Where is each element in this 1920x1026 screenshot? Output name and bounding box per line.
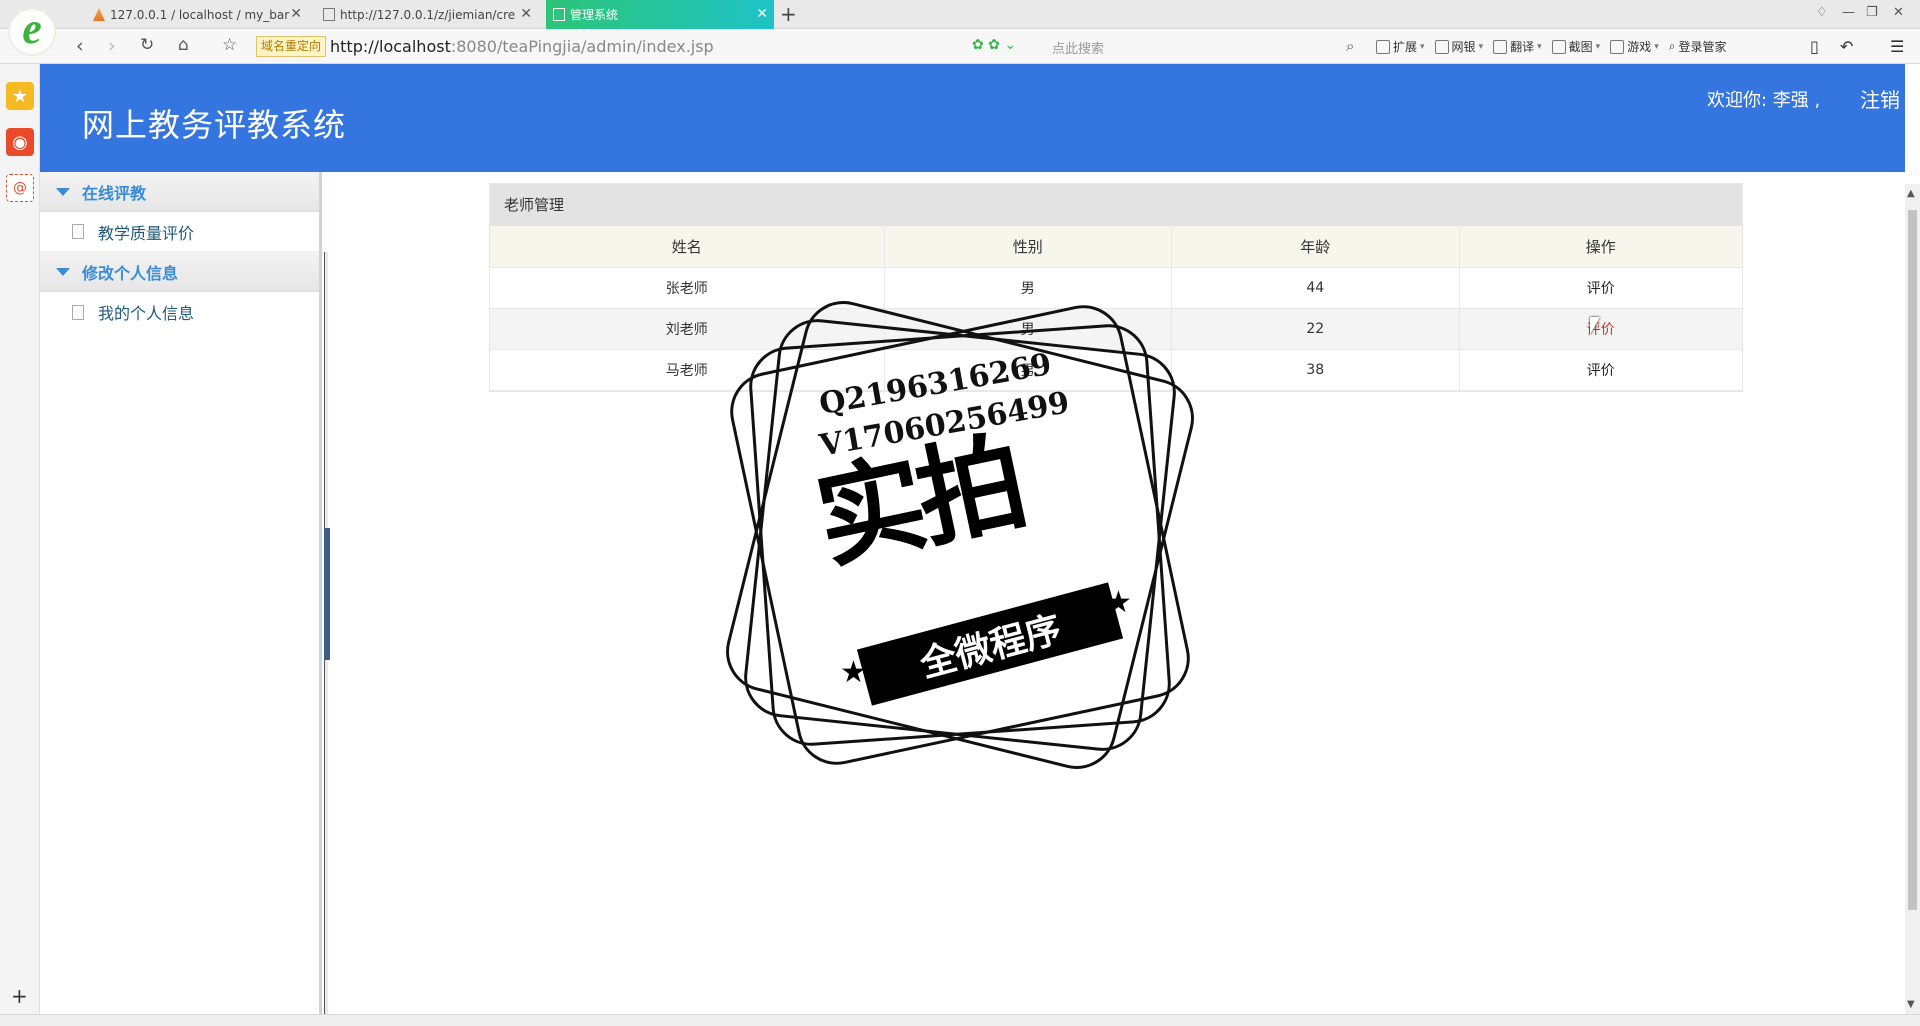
shirt-icon[interactable]: ♢	[1816, 5, 1828, 20]
column-header: 姓名	[490, 226, 885, 268]
close-icon[interactable]: ✕	[756, 6, 768, 22]
action-cell: 评价	[1459, 349, 1742, 391]
search-icon[interactable]: ⌕	[1346, 37, 1354, 55]
close-window-icon[interactable]: ✕	[1893, 5, 1904, 20]
welcome-text: 欢迎你: 李强 ,	[1707, 90, 1821, 111]
weibo-icon[interactable]: ◉	[6, 128, 34, 156]
toolbar-screenshot[interactable]: 截图 ▾	[1551, 38, 1600, 55]
toolbar-translate[interactable]: 翻译 ▾	[1493, 38, 1542, 55]
menu-group-online-evaluation[interactable]: 在线评教	[40, 172, 319, 212]
status-bar	[0, 1014, 1920, 1026]
home-icon[interactable]: ⌂	[178, 35, 189, 55]
mouse-cursor-icon	[1590, 317, 1600, 335]
browser-logo[interactable]: e	[8, 7, 56, 56]
menu-item-label: 我的个人信息	[98, 304, 195, 323]
column-header: 操作	[1459, 226, 1742, 268]
banking-icon	[1434, 39, 1449, 54]
toolbar-extensions[interactable]: 扩展 ▾	[1376, 38, 1425, 55]
toolbar: 扩展 ▾ 网银 ▾ 翻译 ▾ 截图 ▾ 游戏 ▾ ⌕ 登录管家	[1376, 38, 1726, 55]
restore-icon[interactable]: ❐	[1866, 5, 1878, 20]
tab-title: 127.0.0.1 / localhost / my_bar	[110, 7, 290, 22]
star-icon[interactable]: ☆	[222, 35, 237, 55]
address-bar: ‹ › ↻ ⌂ ☆ 域名重定向 http://localhost:8080/te…	[0, 29, 1920, 64]
tab-title: 管理系统	[570, 8, 619, 22]
forward-icon[interactable]: ›	[108, 35, 116, 57]
search-input[interactable]: 点此搜索	[1052, 38, 1104, 57]
menu-item-label: 教学质量评价	[98, 223, 195, 243]
phpmyadmin-icon	[93, 8, 105, 21]
scroll-up-icon[interactable]: ▲	[1907, 188, 1915, 199]
extensions-icon	[1376, 39, 1390, 54]
panel-title: 老师管理	[490, 184, 1742, 226]
toolbar-account[interactable]: ⌕ 登录管家	[1669, 38, 1727, 55]
favorites-icon[interactable]: ★	[6, 82, 34, 110]
evaluate-link[interactable]: 评价	[1587, 281, 1615, 297]
menu-item-teaching-quality[interactable]: 教学质量评价	[40, 212, 319, 252]
teacher-age: 38	[1171, 349, 1460, 391]
watermark-stamp: Q2196316269 V17060256499 实拍 全微程序 ★ ★	[717, 292, 1203, 778]
games-icon	[1610, 39, 1625, 54]
redirect-badge[interactable]: 域名重定向	[256, 36, 327, 57]
close-icon[interactable]: ✕	[290, 6, 302, 22]
logout-link[interactable]: 注销	[1860, 84, 1900, 113]
search-person-icon: ⌕	[1668, 39, 1676, 53]
vertical-scrollbar[interactable]: ▲ ▼	[1905, 184, 1920, 1014]
close-icon[interactable]: ✕	[520, 6, 532, 22]
app-title: 网上教务评教系统	[82, 106, 347, 144]
splitter-handle[interactable]	[324, 528, 330, 660]
menu-group-label: 在线评教	[82, 183, 147, 203]
tab-strip: 127.0.0.1 / localhost / my_bar ✕ http://…	[0, 0, 1920, 29]
scroll-down-icon[interactable]: ▼	[1907, 999, 1915, 1010]
evaluate-link[interactable]: 评价	[1587, 363, 1615, 379]
menu-group-label: 修改个人信息	[82, 263, 179, 283]
translate-icon	[1493, 39, 1508, 54]
table-header-row: 姓名 性别 年龄 操作	[490, 226, 1742, 268]
action-cell: 评价	[1459, 308, 1742, 350]
teacher-age: 44	[1171, 267, 1460, 309]
tab-phpmyadmin[interactable]: 127.0.0.1 / localhost / my_bar ✕	[86, 0, 308, 29]
tab-title: http://127.0.0.1/z/jiemian/cre	[340, 7, 516, 22]
url-field[interactable]: http://localhost:8080/teaPingjia/admin/i…	[330, 37, 714, 56]
menu-icon[interactable]: ☰	[1890, 37, 1904, 56]
column-header: 年龄	[1171, 226, 1460, 268]
scroll-thumb[interactable]	[1908, 210, 1917, 910]
page-icon	[553, 8, 565, 21]
security-icon[interactable]: ✿ ✿ ⌄	[972, 37, 1016, 53]
url-path: :8080/teaPingjia/admin/index.jsp	[450, 37, 714, 56]
toolbar-banking[interactable]: 网银 ▾	[1434, 38, 1483, 55]
back-icon[interactable]: ‹	[76, 35, 84, 57]
add-icon[interactable]: +	[11, 984, 28, 1008]
column-header: 性别	[884, 226, 1173, 268]
triangle-down-icon	[56, 267, 70, 276]
undo-icon[interactable]: ↶	[1840, 37, 1853, 56]
mail-icon[interactable]: @	[6, 174, 34, 202]
bookmark-icon[interactable]: ▯	[1810, 37, 1819, 56]
browser-side-panel: ★ ◉ @ +	[0, 64, 40, 1014]
side-menu: 在线评教 教学质量评价 修改个人信息 我的个人信息	[40, 172, 322, 1014]
document-icon	[72, 304, 84, 320]
screenshot-icon	[1551, 39, 1566, 54]
action-cell: 评价	[1459, 267, 1742, 309]
page-icon	[323, 8, 335, 21]
tab-jiemian[interactable]: http://127.0.0.1/z/jiemian/cre ✕	[316, 0, 538, 29]
document-icon	[72, 224, 84, 239]
url-host: http://localhost	[330, 37, 451, 56]
star-icon: ★	[1105, 585, 1132, 620]
teacher-age: 22	[1171, 308, 1460, 350]
toolbar-games[interactable]: 游戏 ▾	[1610, 38, 1659, 55]
new-tab-button[interactable]: +	[780, 2, 797, 26]
app-header: 网上教务评教系统 欢迎你: 李强 , 注销	[40, 64, 1905, 172]
triangle-down-icon	[56, 187, 70, 196]
menu-group-edit-profile[interactable]: 修改个人信息	[40, 252, 319, 292]
menu-item-my-info[interactable]: 我的个人信息	[40, 292, 319, 332]
tab-admin-system[interactable]: 管理系统 ✕	[546, 0, 774, 29]
star-icon: ★	[840, 655, 867, 690]
reload-icon[interactable]: ↻	[140, 35, 154, 55]
minimize-icon[interactable]: —	[1842, 5, 1855, 20]
